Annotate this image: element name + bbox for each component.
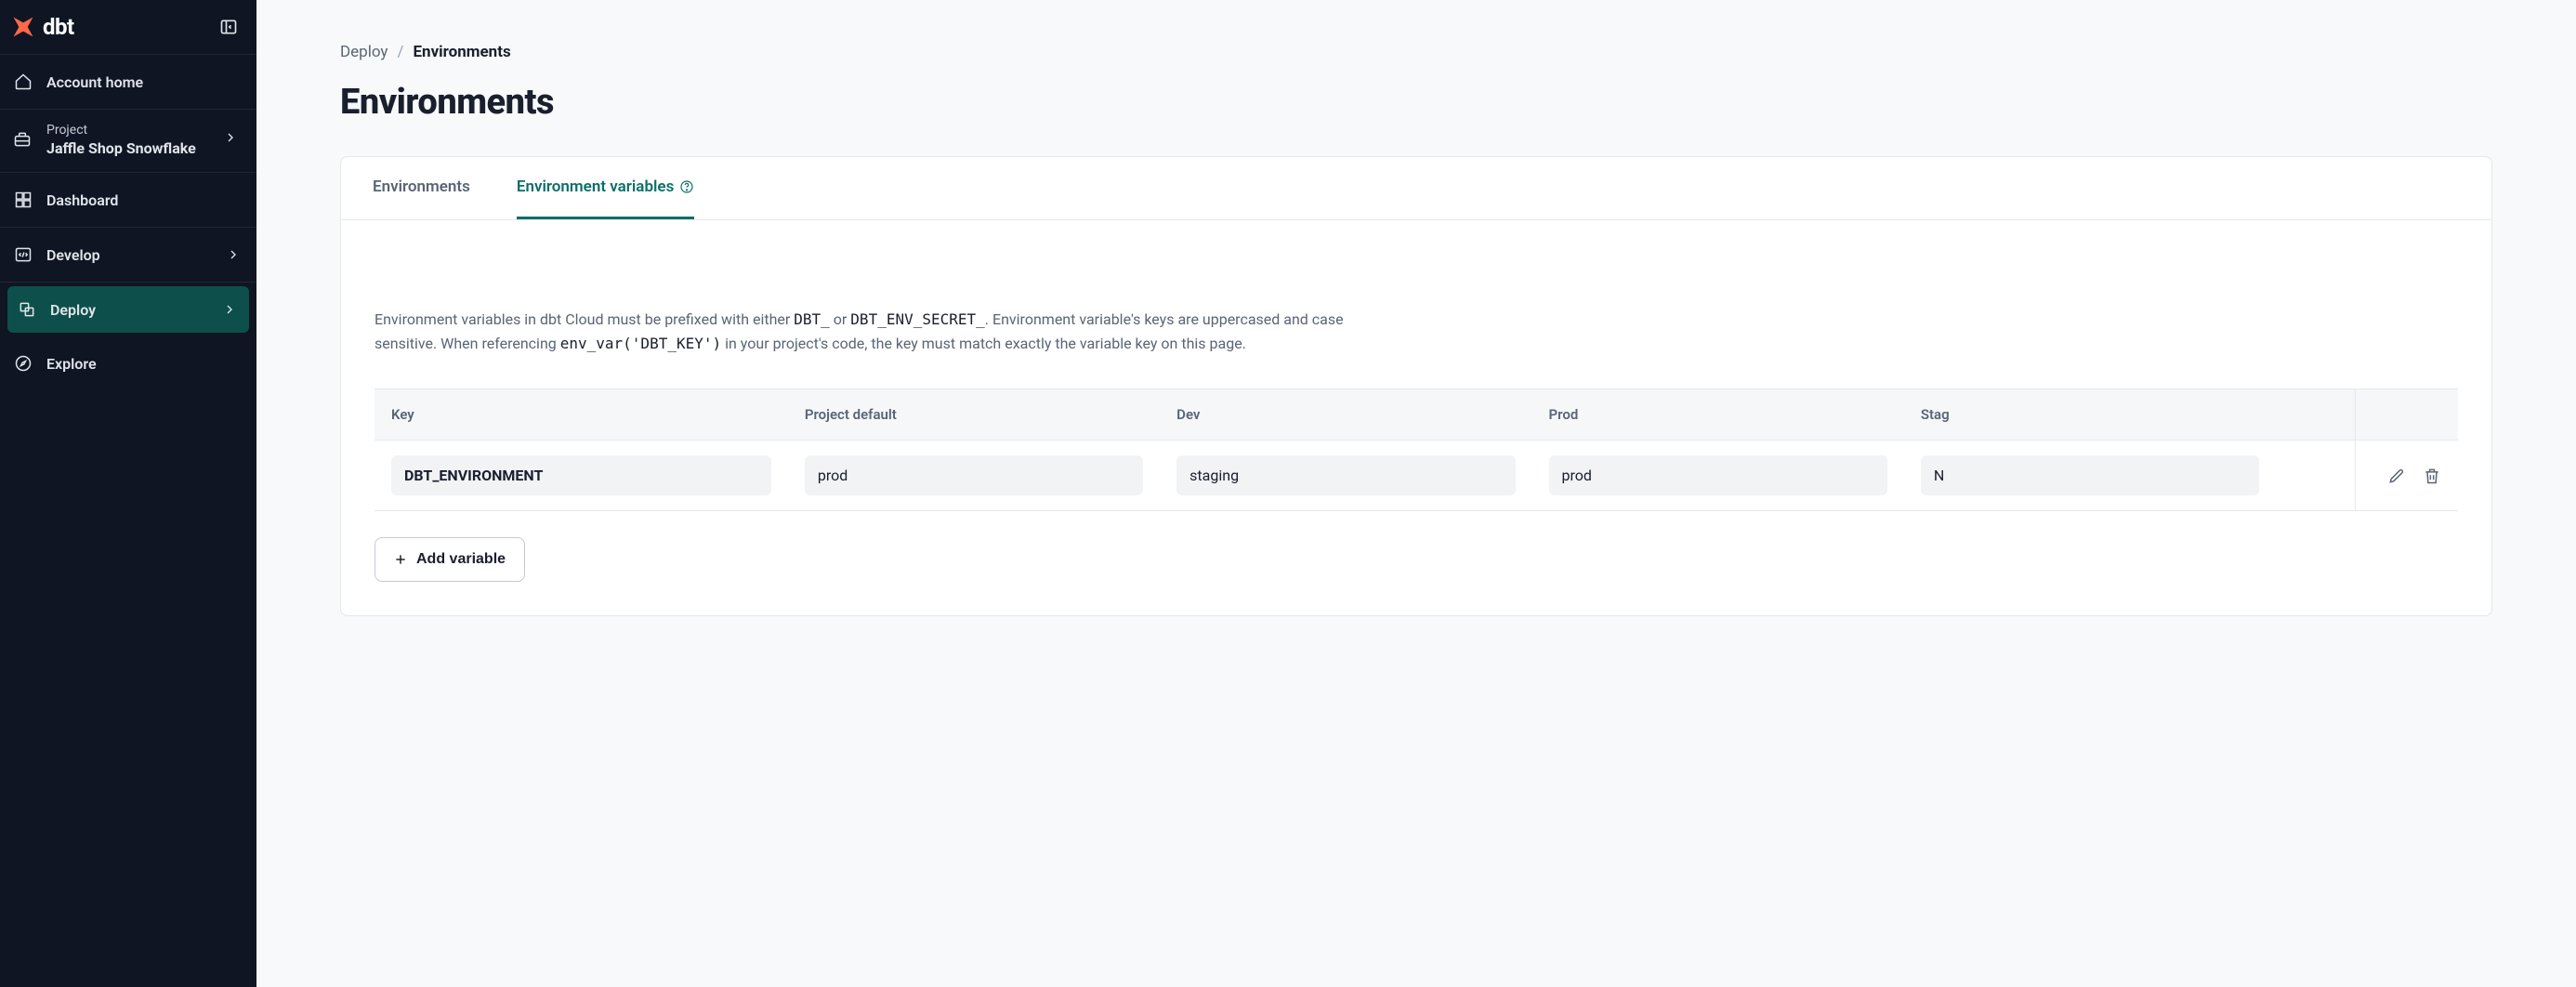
sidebar: dbt Account home Project Jaffle Shop Sno… xyxy=(0,0,256,987)
compass-icon xyxy=(13,353,33,374)
nav-explore[interactable]: Explore xyxy=(0,336,256,390)
var-key[interactable]: DBT_ENVIRONMENT xyxy=(391,455,771,495)
environments-panel: Environments Environment variables Envir… xyxy=(340,156,2492,616)
project-name: Jaffle Shop Snowflake xyxy=(46,139,210,157)
var-staging[interactable]: N xyxy=(1921,455,2259,495)
help-icon[interactable] xyxy=(679,179,694,194)
tab-content: Environment variables in dbt Cloud must … xyxy=(341,220,2491,615)
nav-dashboard[interactable]: Dashboard xyxy=(0,173,256,228)
variables-table: Key Project default Dev Prod Stag DBT_EN… xyxy=(375,388,2458,511)
add-variable-button[interactable]: Add variable xyxy=(375,537,525,582)
tab-label: Environments xyxy=(373,178,470,196)
row-actions xyxy=(2293,467,2441,485)
table-overflow-edge xyxy=(2355,388,2356,511)
breadcrumb-parent[interactable]: Deploy xyxy=(340,43,388,61)
chevron-right-icon xyxy=(219,299,240,320)
tabs: Environments Environment variables xyxy=(341,157,2491,220)
add-variable-label: Add variable xyxy=(416,551,506,568)
main-content: Deploy / Environments Environments Envir… xyxy=(256,0,2576,987)
var-dev[interactable]: staging xyxy=(1176,455,1515,495)
breadcrumb: Deploy / Environments xyxy=(340,43,2492,61)
nav-project-selector[interactable]: Project Jaffle Shop Snowflake xyxy=(0,110,256,173)
col-header-prod: Prod xyxy=(1532,389,1904,441)
col-header-project-default: Project default xyxy=(788,389,1160,441)
delete-icon[interactable] xyxy=(2423,467,2441,485)
nav-label: Dashboard xyxy=(46,191,118,209)
variables-table-wrapper: Key Project default Dev Prod Stag DBT_EN… xyxy=(375,388,2458,511)
nav-develop[interactable]: Develop xyxy=(0,228,256,283)
project-labels: Project Jaffle Shop Snowflake xyxy=(46,123,210,157)
sidebar-header: dbt xyxy=(0,0,256,55)
nav-label: Explore xyxy=(46,355,97,373)
var-project-default[interactable]: prod xyxy=(805,455,1143,495)
logo[interactable]: dbt xyxy=(9,13,74,41)
project-label: Project xyxy=(46,123,210,138)
breadcrumb-current: Environments xyxy=(413,43,510,61)
description-text: Environment variables in dbt Cloud must … xyxy=(375,308,1360,355)
table-header-row: Key Project default Dev Prod Stag xyxy=(375,389,2458,441)
table-row: DBT_ENVIRONMENT prod staging prod N xyxy=(375,441,2458,511)
nav-account-home[interactable]: Account home xyxy=(0,55,256,110)
deploy-icon xyxy=(17,299,37,320)
col-header-dev: Dev xyxy=(1160,389,1531,441)
collapse-sidebar-button[interactable] xyxy=(217,16,240,38)
dashboard-icon xyxy=(13,190,33,210)
nav-deploy[interactable]: Deploy xyxy=(7,286,249,333)
var-prod[interactable]: prod xyxy=(1549,455,1887,495)
code-icon xyxy=(13,244,33,265)
plus-icon xyxy=(394,553,407,566)
home-icon xyxy=(13,72,33,92)
nav-label: Account home xyxy=(46,73,143,91)
tab-environment-variables[interactable]: Environment variables xyxy=(517,157,694,219)
chevron-right-icon xyxy=(223,244,243,265)
col-header-key: Key xyxy=(375,389,788,441)
briefcase-icon xyxy=(13,130,33,151)
nav-label: Develop xyxy=(46,246,100,264)
dbt-logo-icon xyxy=(9,13,37,41)
chevron-right-icon xyxy=(223,130,243,151)
tab-environments[interactable]: Environments xyxy=(373,157,470,219)
tab-label: Environment variables xyxy=(517,178,674,196)
nav-label: Deploy xyxy=(50,301,96,319)
logo-text: dbt xyxy=(43,14,74,40)
col-header-actions xyxy=(2276,389,2458,441)
breadcrumb-separator: / xyxy=(397,43,403,61)
page-title: Environments xyxy=(340,82,2492,123)
edit-icon[interactable] xyxy=(2387,467,2406,485)
col-header-staging: Stag xyxy=(1904,389,2276,441)
